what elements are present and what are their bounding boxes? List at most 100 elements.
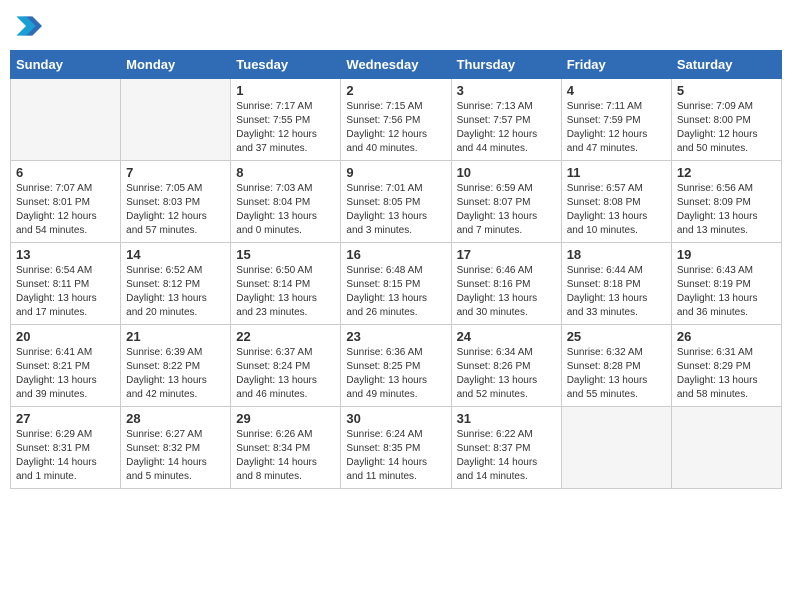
calendar-header-thursday: Thursday: [451, 51, 561, 79]
day-info: Sunrise: 6:56 AM Sunset: 8:09 PM Dayligh…: [677, 182, 776, 238]
day-number: 10: [457, 165, 556, 180]
day-number: 30: [346, 411, 445, 426]
calendar-header-wednesday: Wednesday: [341, 51, 451, 79]
day-info: Sunrise: 6:54 AM Sunset: 8:11 PM Dayligh…: [16, 264, 115, 320]
calendar-cell: 25 Sunrise: 6:32 AM Sunset: 8:28 PM Dayli…: [561, 325, 671, 407]
day-info: Sunrise: 6:57 AM Sunset: 8:08 PM Dayligh…: [567, 182, 666, 238]
day-number: 15: [236, 247, 335, 262]
day-number: 12: [677, 165, 776, 180]
calendar-cell: 8 Sunrise: 7:03 AM Sunset: 8:04 PM Daylig…: [231, 161, 341, 243]
calendar-cell: 24Sunrise: 6:34 AM Sunset: 8:26 PM Dayli…: [451, 325, 561, 407]
day-info: Sunrise: 6:48 AM Sunset: 8:15 PM Dayligh…: [346, 264, 445, 320]
calendar-cell: 13 Sunrise: 6:54 AM Sunset: 8:11 PM Dayli…: [11, 243, 121, 325]
calendar-cell: 4 Sunrise: 7:11 AM Sunset: 7:59 PM Daylig…: [561, 79, 671, 161]
calendar-cell: [671, 407, 781, 489]
day-info: Sunrise: 7:01 AM Sunset: 8:05 PM Dayligh…: [346, 182, 445, 238]
day-info: Sunrise: 6:26 AM Sunset: 8:34 PM Dayligh…: [236, 428, 335, 484]
day-number: 25: [567, 329, 666, 344]
day-info: Sunrise: 7:15 AM Sunset: 7:56 PM Dayligh…: [346, 100, 445, 156]
day-info: Sunrise: 7:17 AM Sunset: 7:55 PM Dayligh…: [236, 100, 335, 156]
calendar-table: SundayMondayTuesdayWednesdayThursdayFrid…: [10, 50, 782, 489]
day-number: 4: [567, 83, 666, 98]
calendar-cell: 2 Sunrise: 7:15 AM Sunset: 7:56 PM Daylig…: [341, 79, 451, 161]
day-number: 5: [677, 83, 776, 98]
calendar-cell: 7 Sunrise: 7:05 AM Sunset: 8:03 PM Daylig…: [121, 161, 231, 243]
calendar-header-tuesday: Tuesday: [231, 51, 341, 79]
calendar-cell: 14 Sunrise: 6:52 AM Sunset: 8:12 PM Dayli…: [121, 243, 231, 325]
day-info: Sunrise: 6:39 AM Sunset: 8:22 PM Dayligh…: [126, 346, 225, 402]
day-number: 6: [16, 165, 115, 180]
day-number: 17: [457, 247, 556, 262]
day-number: 11: [567, 165, 666, 180]
day-number: 29: [236, 411, 335, 426]
day-info: Sunrise: 6:59 AM Sunset: 8:07 PM Dayligh…: [457, 182, 556, 238]
calendar-cell: 19 Sunrise: 6:43 AM Sunset: 8:19 PM Dayli…: [671, 243, 781, 325]
calendar-cell: [561, 407, 671, 489]
day-number: 3: [457, 83, 556, 98]
calendar-week-1: 1 Sunrise: 7:17 AM Sunset: 7:55 PM Daylig…: [11, 79, 782, 161]
day-info: Sunrise: 7:11 AM Sunset: 7:59 PM Dayligh…: [567, 100, 666, 156]
day-info: Sunrise: 6:24 AM Sunset: 8:35 PM Dayligh…: [346, 428, 445, 484]
day-info: Sunrise: 7:07 AM Sunset: 8:01 PM Dayligh…: [16, 182, 115, 238]
day-info: Sunrise: 7:09 AM Sunset: 8:00 PM Dayligh…: [677, 100, 776, 156]
day-info: Sunrise: 6:29 AM Sunset: 8:31 PM Dayligh…: [16, 428, 115, 484]
day-info: Sunrise: 6:36 AM Sunset: 8:25 PM Dayligh…: [346, 346, 445, 402]
day-number: 14: [126, 247, 225, 262]
day-info: Sunrise: 7:13 AM Sunset: 7:57 PM Dayligh…: [457, 100, 556, 156]
day-info: Sunrise: 6:37 AM Sunset: 8:24 PM Dayligh…: [236, 346, 335, 402]
day-info: Sunrise: 6:50 AM Sunset: 8:14 PM Dayligh…: [236, 264, 335, 320]
calendar-header-saturday: Saturday: [671, 51, 781, 79]
day-number: 13: [16, 247, 115, 262]
calendar-header-sunday: Sunday: [11, 51, 121, 79]
calendar-cell: 30 Sunrise: 6:24 AM Sunset: 8:35 PM Dayli…: [341, 407, 451, 489]
calendar-cell: 22 Sunrise: 6:37 AM Sunset: 8:24 PM Dayli…: [231, 325, 341, 407]
calendar-week-3: 13 Sunrise: 6:54 AM Sunset: 8:11 PM Dayli…: [11, 243, 782, 325]
day-info: Sunrise: 6:31 AM Sunset: 8:29 PM Dayligh…: [677, 346, 776, 402]
calendar-header-row: SundayMondayTuesdayWednesdayThursdayFrid…: [11, 51, 782, 79]
day-info: Sunrise: 6:44 AM Sunset: 8:18 PM Dayligh…: [567, 264, 666, 320]
day-info: Sunrise: 6:32 AM Sunset: 8:28 PM Dayligh…: [567, 346, 666, 402]
day-info: Sunrise: 7:03 AM Sunset: 8:04 PM Dayligh…: [236, 182, 335, 238]
day-number: 19: [677, 247, 776, 262]
calendar-cell: 20Sunrise: 6:41 AM Sunset: 8:21 PM Dayli…: [11, 325, 121, 407]
day-info: Sunrise: 7:05 AM Sunset: 8:03 PM Dayligh…: [126, 182, 225, 238]
calendar-cell: 12 Sunrise: 6:56 AM Sunset: 8:09 PM Dayli…: [671, 161, 781, 243]
calendar-cell: 29 Sunrise: 6:26 AM Sunset: 8:34 PM Dayli…: [231, 407, 341, 489]
day-number: 1: [236, 83, 335, 98]
day-number: 22: [236, 329, 335, 344]
day-number: 18: [567, 247, 666, 262]
day-number: 21: [126, 329, 225, 344]
page-header: [10, 10, 782, 42]
day-number: 31: [457, 411, 556, 426]
day-info: Sunrise: 6:27 AM Sunset: 8:32 PM Dayligh…: [126, 428, 225, 484]
calendar-cell: 21 Sunrise: 6:39 AM Sunset: 8:22 PM Dayli…: [121, 325, 231, 407]
day-number: 28: [126, 411, 225, 426]
day-number: 26: [677, 329, 776, 344]
calendar-cell: 31 Sunrise: 6:22 AM Sunset: 8:37 PM Dayli…: [451, 407, 561, 489]
day-info: Sunrise: 6:52 AM Sunset: 8:12 PM Dayligh…: [126, 264, 225, 320]
calendar-cell: 17 Sunrise: 6:46 AM Sunset: 8:16 PM Dayli…: [451, 243, 561, 325]
day-info: Sunrise: 6:22 AM Sunset: 8:37 PM Dayligh…: [457, 428, 556, 484]
calendar-cell: 10 Sunrise: 6:59 AM Sunset: 8:07 PM Dayli…: [451, 161, 561, 243]
calendar-cell: 23 Sunrise: 6:36 AM Sunset: 8:25 PM Dayli…: [341, 325, 451, 407]
day-number: 23: [346, 329, 445, 344]
day-number: 27: [16, 411, 115, 426]
calendar-cell: 1 Sunrise: 7:17 AM Sunset: 7:55 PM Daylig…: [231, 79, 341, 161]
calendar-cell: 3 Sunrise: 7:13 AM Sunset: 7:57 PM Daylig…: [451, 79, 561, 161]
day-info: Sunrise: 6:34 AM Sunset: 8:26 PM Dayligh…: [457, 346, 556, 402]
day-info: Sunrise: 6:43 AM Sunset: 8:19 PM Dayligh…: [677, 264, 776, 320]
day-number: 2: [346, 83, 445, 98]
logo: [10, 10, 46, 42]
calendar-header-monday: Monday: [121, 51, 231, 79]
calendar-cell: 16Sunrise: 6:48 AM Sunset: 8:15 PM Dayli…: [341, 243, 451, 325]
day-info: Sunrise: 6:46 AM Sunset: 8:16 PM Dayligh…: [457, 264, 556, 320]
day-number: 7: [126, 165, 225, 180]
day-number: 8: [236, 165, 335, 180]
calendar-header-friday: Friday: [561, 51, 671, 79]
day-number: 20: [16, 329, 115, 344]
calendar-cell: 6 Sunrise: 7:07 AM Sunset: 8:01 PM Daylig…: [11, 161, 121, 243]
calendar-cell: 18 Sunrise: 6:44 AM Sunset: 8:18 PM Dayli…: [561, 243, 671, 325]
calendar-week-2: 6 Sunrise: 7:07 AM Sunset: 8:01 PM Daylig…: [11, 161, 782, 243]
calendar-cell: 9Sunrise: 7:01 AM Sunset: 8:05 PM Daylig…: [341, 161, 451, 243]
calendar-cell: 15 Sunrise: 6:50 AM Sunset: 8:14 PM Dayli…: [231, 243, 341, 325]
